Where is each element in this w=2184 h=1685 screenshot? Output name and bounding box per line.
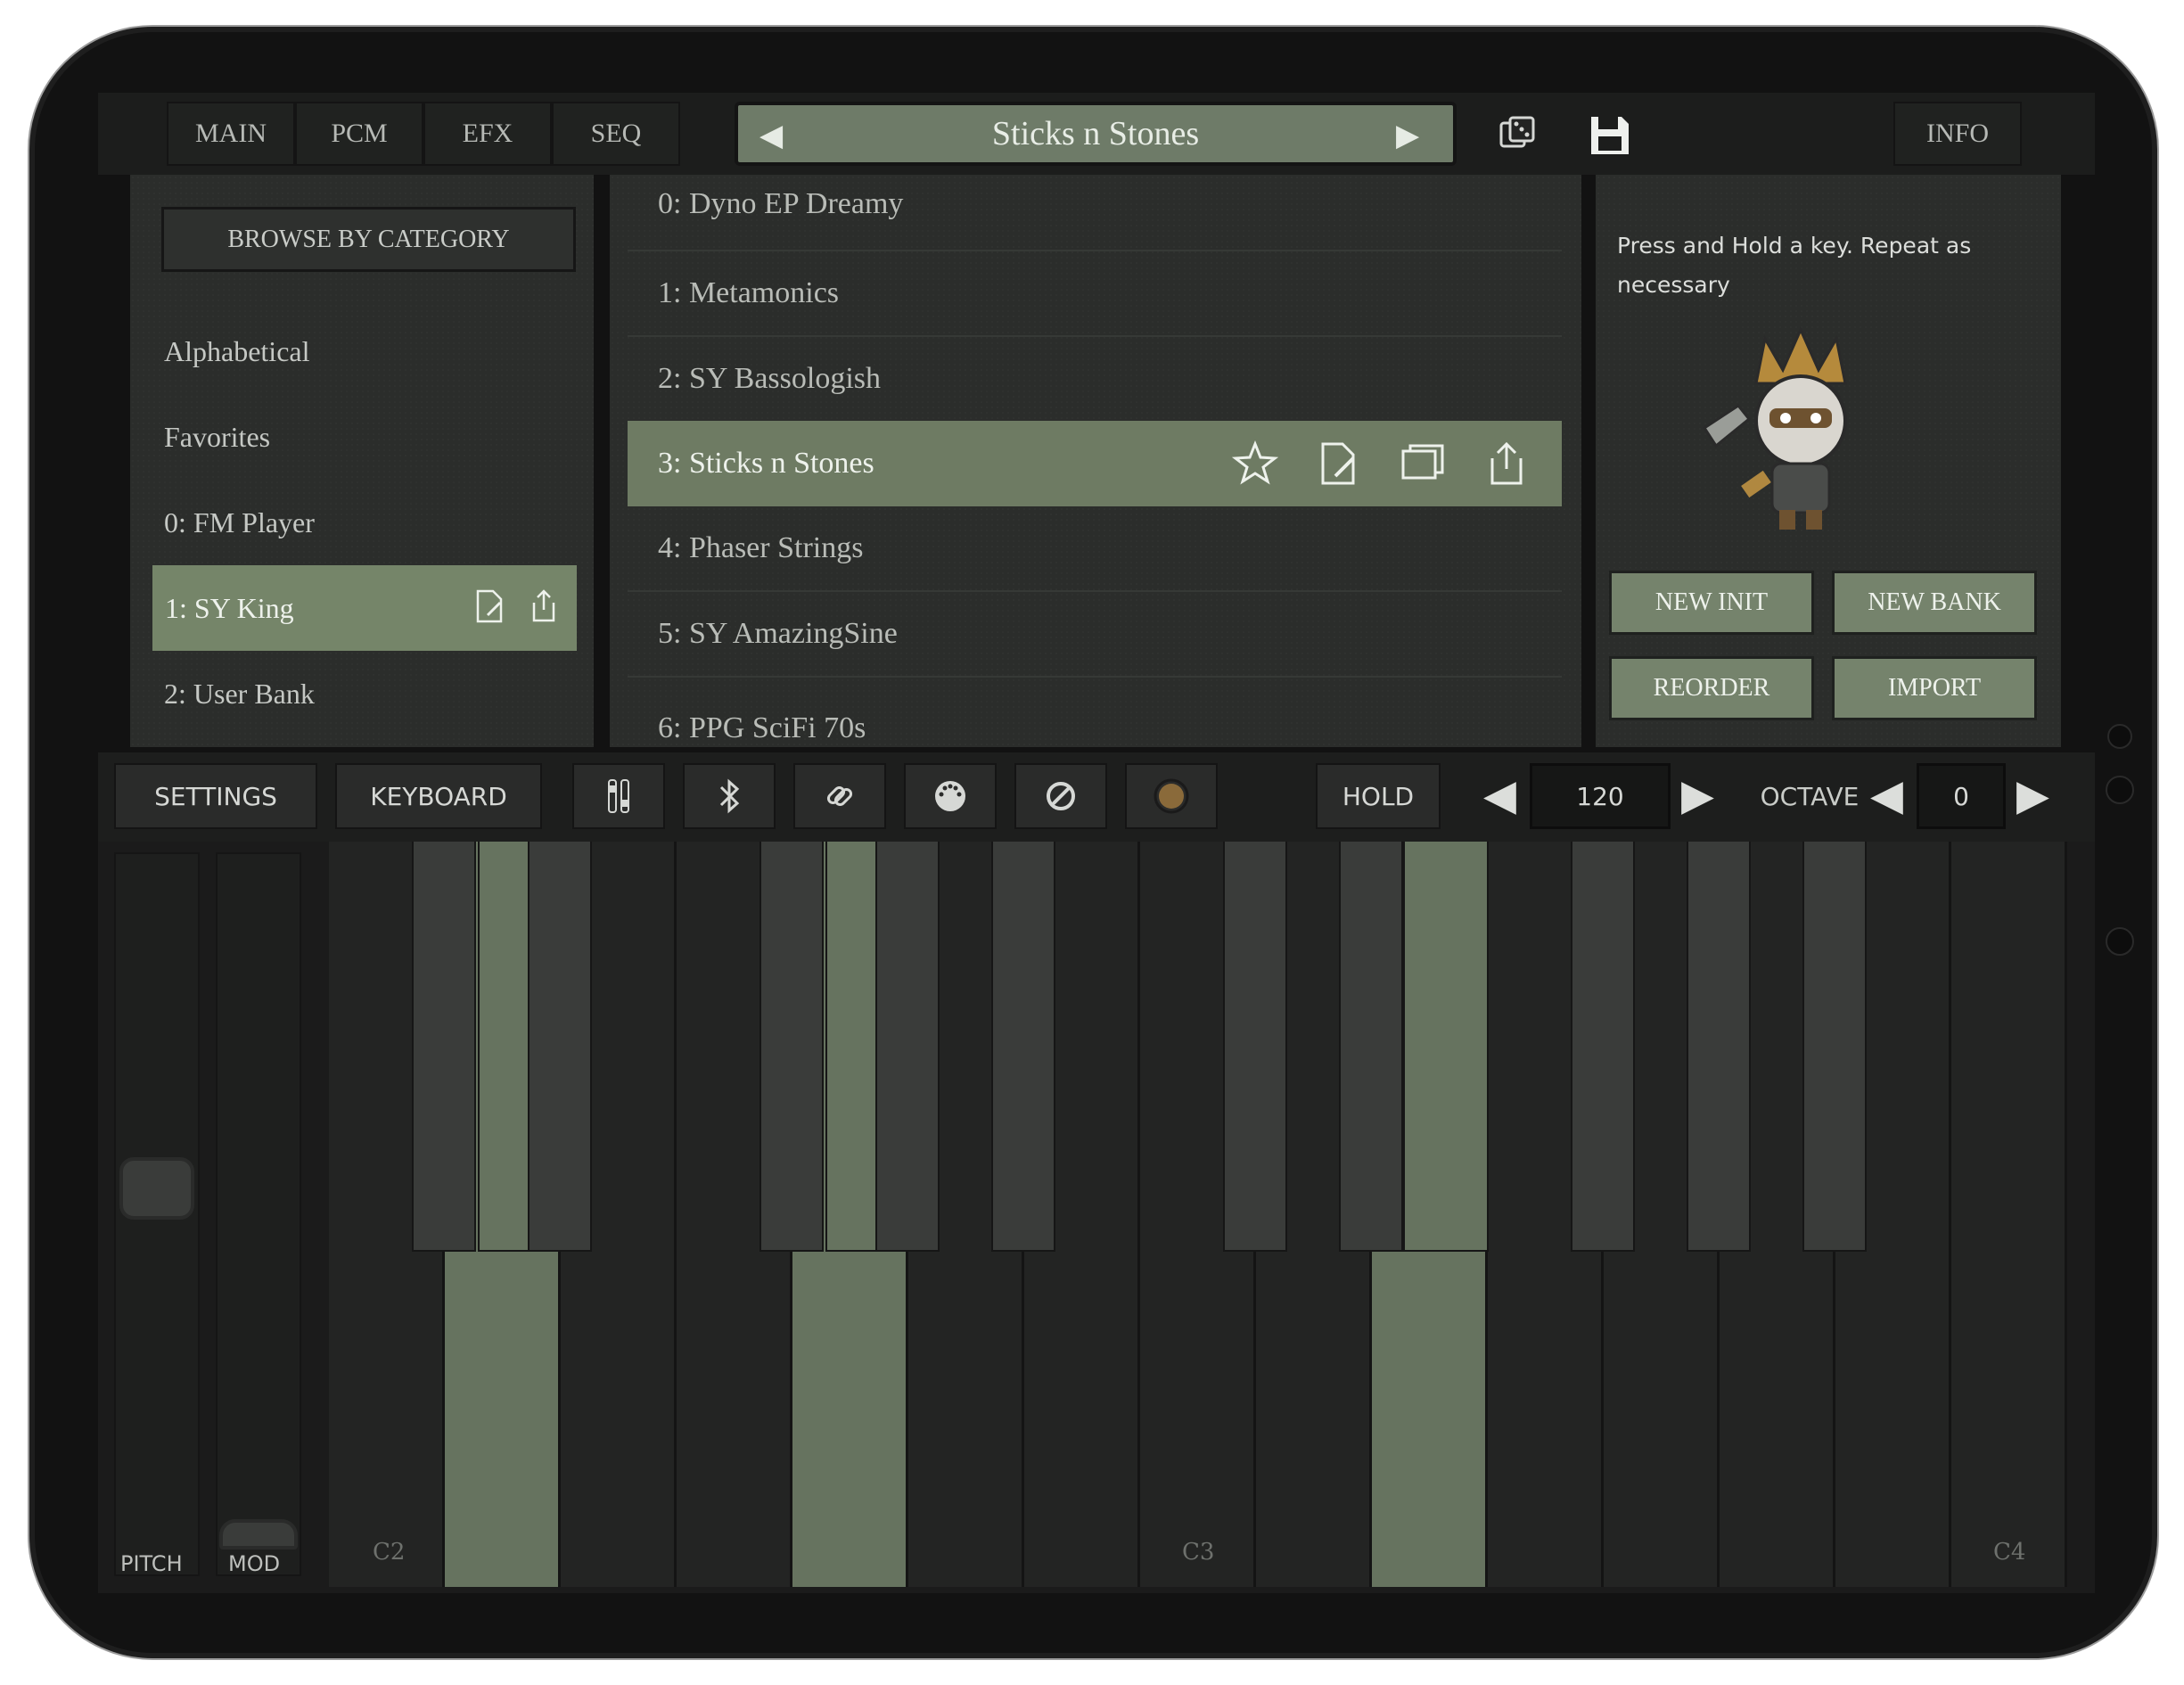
prev-preset-arrow-icon[interactable]: ◀	[759, 118, 783, 153]
category-item[interactable]: 0: FM Player	[152, 480, 576, 565]
preset-title: Sticks n Stones	[991, 115, 1200, 152]
preset-item[interactable]: 6: PPG SciFi 70s	[628, 678, 1562, 745]
edit-icon[interactable]	[1319, 440, 1359, 495]
black-key[interactable]	[1571, 842, 1635, 1252]
save-icon[interactable]	[1585, 111, 1635, 160]
note-label: C2	[373, 1539, 406, 1566]
octave-down-arrow-icon[interactable]: ◀	[1870, 772, 1903, 820]
mixer-icon[interactable]	[572, 763, 665, 829]
tab-pcm[interactable]: PCM	[295, 102, 423, 166]
black-key-pressed[interactable]	[1403, 842, 1489, 1252]
preset-item[interactable]: 2: SY Bassologish	[628, 337, 1562, 423]
preset-item[interactable]: 0: Dyno EP Dreamy	[628, 178, 1562, 251]
edit-icon[interactable]	[475, 588, 505, 631]
hint-text: Press and Hold a key. Repeat as necessar…	[1617, 233, 1972, 298]
record-icon[interactable]	[1125, 763, 1218, 829]
pitch-wheel-handle[interactable]	[119, 1157, 194, 1220]
side-button	[2106, 927, 2134, 956]
bluetooth-icon[interactable]	[683, 763, 776, 829]
side-button	[2107, 724, 2132, 749]
tempo-up-arrow-icon[interactable]: ▶	[1681, 772, 1714, 820]
tab-main[interactable]: MAIN	[167, 102, 295, 166]
hold-button[interactable]: HOLD	[1316, 763, 1441, 829]
preset-item[interactable]: 1: Metamonics	[628, 251, 1562, 337]
category-item-label: 1: SY King	[165, 591, 294, 624]
side-button	[2106, 776, 2134, 804]
mod-wheel-handle[interactable]	[219, 1519, 298, 1549]
tempo-down-arrow-icon[interactable]: ◀	[1483, 772, 1516, 820]
tab-efx[interactable]: EFX	[423, 102, 552, 166]
black-key-pressed[interactable]	[478, 842, 530, 1252]
black-key[interactable]	[875, 842, 940, 1252]
black-key[interactable]	[1223, 842, 1287, 1252]
tab-seq[interactable]: SEQ	[552, 102, 680, 166]
black-key[interactable]	[1802, 842, 1867, 1252]
king-mascot-icon	[1694, 321, 1908, 544]
star-icon[interactable]	[1231, 440, 1279, 495]
black-key[interactable]	[991, 842, 1055, 1252]
octave-up-arrow-icon[interactable]: ▶	[2016, 772, 2049, 820]
tempo-field[interactable]: 120	[1530, 763, 1671, 829]
pitch-label: PITCH	[120, 1551, 183, 1576]
preset-item[interactable]: 4: Phaser Strings	[628, 506, 1562, 592]
category-item[interactable]: 2: User Bank	[152, 651, 576, 736]
next-preset-arrow-icon[interactable]: ▶	[1396, 118, 1419, 153]
black-key[interactable]	[1687, 842, 1751, 1252]
browse-by-category-button[interactable]: BROWSE BY CATEGORY	[161, 207, 576, 272]
keyboard-button[interactable]: KEYBOARD	[335, 763, 542, 829]
note-label: C3	[1182, 1539, 1215, 1566]
octave-label: OCTAVE	[1760, 781, 1860, 811]
settings-button[interactable]: SETTINGS	[114, 763, 317, 829]
black-key[interactable]	[412, 842, 476, 1252]
link-icon[interactable]	[793, 763, 886, 829]
preset-selector: Sticks n Stones	[735, 102, 1457, 166]
octave-field[interactable]: 0	[1917, 763, 2006, 829]
info-button[interactable]: INFO	[1893, 102, 2022, 166]
import-button[interactable]: IMPORT	[1832, 656, 2037, 720]
panic-icon[interactable]	[1014, 763, 1107, 829]
new-bank-button[interactable]: NEW BANK	[1832, 571, 2037, 635]
category-item[interactable]: Alphabetical	[152, 308, 576, 394]
mod-wheel[interactable]	[216, 852, 301, 1576]
share-icon[interactable]	[1487, 440, 1526, 495]
share-icon[interactable]	[529, 588, 559, 631]
black-key-pressed[interactable]	[825, 842, 877, 1252]
white-key[interactable]	[1951, 842, 2067, 1587]
black-key[interactable]	[1339, 842, 1403, 1252]
mod-label: MOD	[228, 1551, 281, 1576]
category-item-selected[interactable]: 1: SY King	[152, 565, 577, 651]
reorder-button[interactable]: REORDER	[1609, 656, 1814, 720]
preset-item[interactable]: 5: SY AmazingSine	[628, 592, 1562, 678]
new-init-button[interactable]: NEW INIT	[1609, 571, 1814, 635]
black-key[interactable]	[759, 842, 824, 1252]
note-label: C4	[1993, 1539, 2026, 1566]
preset-item-selected[interactable]: 3: Sticks n Stones	[628, 421, 1562, 506]
black-key[interactable]	[528, 842, 592, 1252]
midi-icon[interactable]	[904, 763, 997, 829]
dice-icon[interactable]	[1494, 112, 1540, 159]
duplicate-icon[interactable]	[1400, 440, 1446, 495]
preset-item-label: 3: Sticks n Stones	[658, 447, 874, 480]
category-item[interactable]: Favorites	[152, 394, 576, 480]
